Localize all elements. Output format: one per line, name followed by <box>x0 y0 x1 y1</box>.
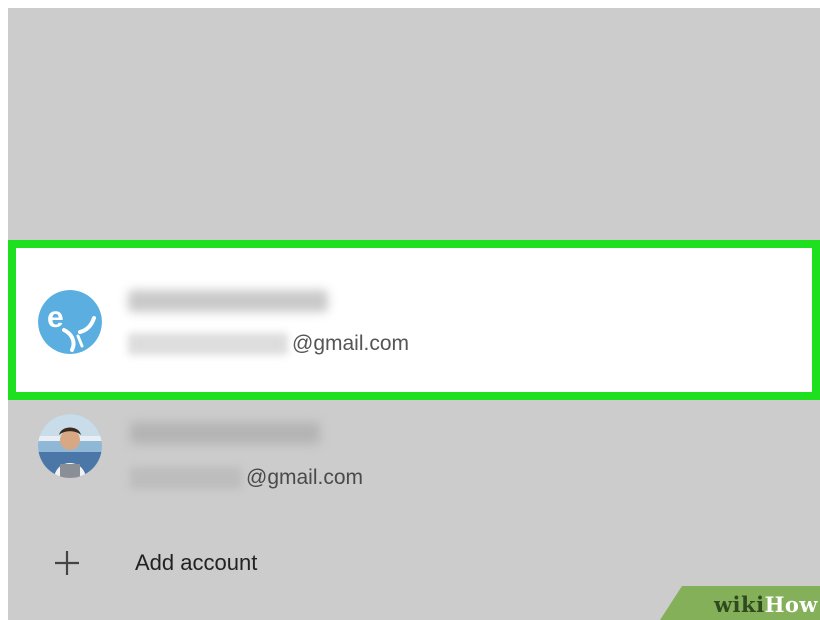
account-avatar: e <box>38 290 102 354</box>
e-logo-icon: e <box>38 290 102 354</box>
email-user-redacted <box>128 333 288 355</box>
plus-icon <box>55 551 79 575</box>
email-domain: @gmail.com <box>246 466 364 489</box>
svg-text:e: e <box>47 301 64 334</box>
account-name-redacted <box>130 422 320 444</box>
email-user-redacted <box>130 467 242 489</box>
wikihow-watermark: wikiHow <box>660 586 820 620</box>
watermark-how: How <box>764 592 818 617</box>
user-photo-avatar <box>38 414 102 478</box>
account-row[interactable]: @gmail.com <box>8 400 820 525</box>
account-row-selected[interactable]: e @gmail.com <box>8 240 820 400</box>
account-email: @gmail.com <box>130 466 363 490</box>
account-chooser: e @gmail.com @gmail.com Add account wiki… <box>8 8 820 620</box>
account-email: @gmail.com <box>128 332 409 356</box>
watermark-wiki: wiki <box>713 592 765 617</box>
email-domain: @gmail.com <box>292 332 410 355</box>
account-name-redacted <box>128 290 328 312</box>
add-account-label: Add account <box>135 550 258 575</box>
account-avatar <box>38 414 102 478</box>
